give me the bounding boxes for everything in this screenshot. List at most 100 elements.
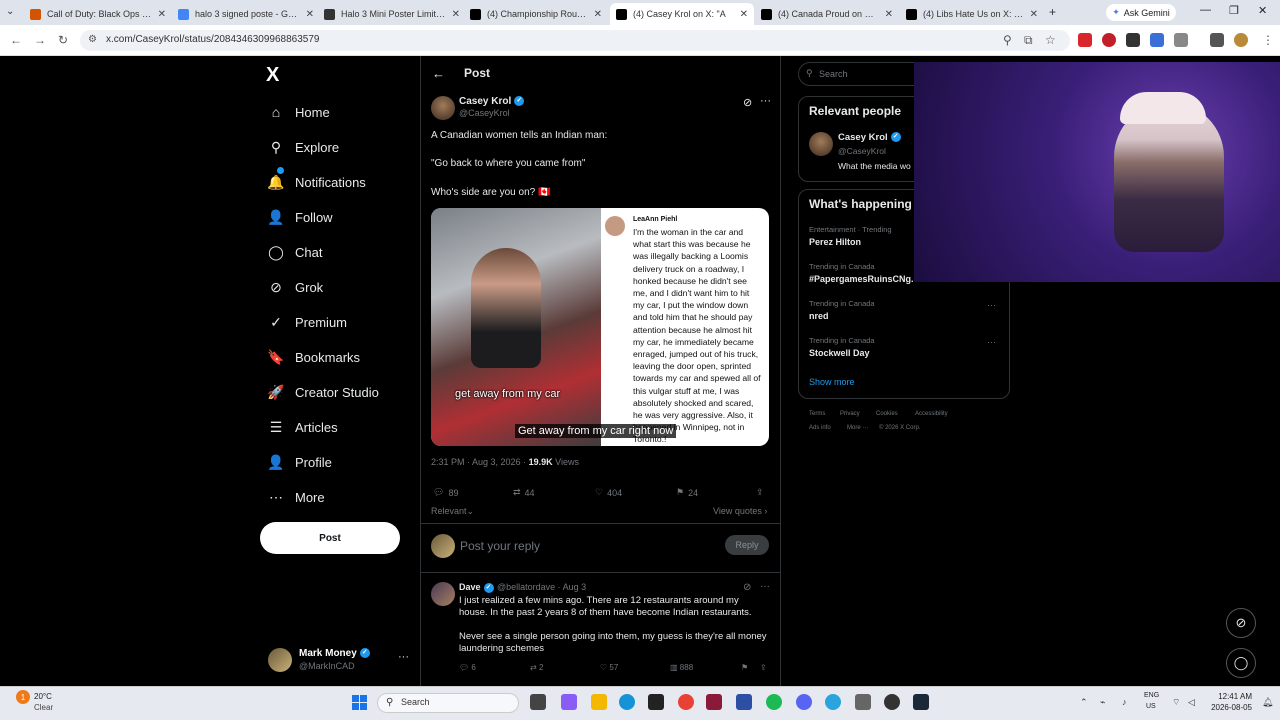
footer-link[interactable]: © 2026 X Corp.	[879, 425, 920, 431]
nav-item-home[interactable]: ⌂ Home	[266, 100, 330, 124]
reply-author-name[interactable]: Dave ✓	[459, 582, 494, 593]
nav-item-follow[interactable]: 👤 Follow	[266, 205, 332, 229]
trend-item[interactable]: #PapergamesRuinsCNg...	[809, 274, 919, 284]
extensions-puzzle-icon[interactable]	[1174, 33, 1188, 47]
back-icon[interactable]: ←	[10, 33, 22, 47]
app-icon[interactable]	[648, 694, 664, 710]
nav-item-bookmarks[interactable]: 🔖 Bookmarks	[266, 345, 360, 369]
trend-more-icon[interactable]: ···	[987, 300, 996, 310]
close-tab-icon[interactable]: ✕	[158, 9, 166, 20]
reply-reply-action[interactable]: 💬︎ 6	[459, 663, 476, 672]
reply-repost-action[interactable]: ⇄ 2	[530, 663, 543, 672]
tray-network-icon[interactable]: ⌁	[1100, 697, 1105, 708]
footer-link[interactable]: Cookies	[876, 411, 898, 417]
chrome-icon[interactable]	[678, 694, 694, 710]
reply-action[interactable]: 💬︎ 89	[433, 487, 458, 498]
close-tab-icon[interactable]: ✕	[594, 9, 602, 20]
steam-icon[interactable]	[913, 694, 929, 710]
trend-item[interactable]: Stockwell Day	[809, 348, 870, 358]
footer-link[interactable]: Terms	[809, 411, 825, 417]
browser-tab[interactable]: Halo 3 Mini Poster Limited ✕	[318, 3, 466, 25]
author-handle[interactable]: @CaseyKrol	[459, 108, 510, 118]
like-action[interactable]: ♡ 404	[595, 487, 622, 498]
reply-like-action[interactable]: ♡ 57	[600, 663, 618, 672]
close-tab-icon[interactable]: ✕	[885, 9, 893, 20]
reply-bookmark-icon[interactable]: ⚑	[741, 663, 748, 672]
reply-more-icon[interactable]: ···	[760, 581, 770, 592]
reply-views-action[interactable]: ▥ 888	[670, 663, 693, 672]
trend-more-icon[interactable]: ···	[987, 337, 996, 347]
view-quotes-link[interactable]: View quotes ›	[713, 506, 767, 516]
tray-mic-icon[interactable]: ♪	[1122, 697, 1127, 707]
close-tab-icon[interactable]: ✕	[740, 9, 748, 20]
app-blue-icon[interactable]	[736, 694, 752, 710]
reply-input[interactable]: Post your reply	[460, 539, 540, 553]
task-view-icon[interactable]	[530, 694, 546, 710]
browser-tab[interactable]: (4) Libs Hate Us on X: "Cou ✕	[900, 3, 1044, 25]
notification-bell-icon[interactable]: 🔔︎	[1262, 697, 1273, 708]
tray-chevron-icon[interactable]: ⌃	[1080, 697, 1088, 708]
app-gray-icon[interactable]	[855, 694, 871, 710]
close-tab-icon[interactable]: ✕	[1030, 9, 1038, 20]
browser-tab[interactable]: Call of Duty: Black Ops (201 ✕	[24, 3, 172, 25]
back-arrow-icon[interactable]: ←	[432, 66, 445, 81]
extension-dark-icon[interactable]	[1126, 33, 1140, 47]
post-media-video[interactable]: get away from my car LeaAnn Piehl I'm th…	[431, 208, 769, 446]
post-time[interactable]: 2:31 PM · Aug 3, 2026 ·	[431, 457, 526, 467]
account-more-icon[interactable]: ···	[398, 651, 409, 663]
share-action[interactable]: ⇪	[756, 487, 764, 498]
zoom-icon[interactable]: ⚲	[1003, 33, 1012, 47]
nav-item-explore[interactable]: ⚲ Explore	[266, 135, 339, 159]
restore-icon[interactable]: ❐	[1229, 4, 1239, 17]
repost-action[interactable]: ⇄ 44	[513, 487, 535, 498]
close-window-icon[interactable]: ✕	[1258, 4, 1267, 17]
edge-icon[interactable]	[619, 694, 635, 710]
forward-icon[interactable]: →	[34, 33, 46, 47]
reply-button[interactable]: Reply	[725, 535, 769, 555]
browser-tab[interactable]: (4) Championship Rounds ✕	[464, 3, 608, 25]
relevant-person-avatar[interactable]	[809, 132, 833, 156]
nav-item-creator-studio[interactable]: 🚀 Creator Studio	[266, 380, 379, 404]
profile-avatar-icon[interactable]	[1234, 33, 1248, 47]
grok-explain-icon[interactable]: ⊘	[743, 96, 752, 109]
browser-tab[interactable]: halo 3 signed poste - Goog ✕	[172, 3, 320, 25]
footer-link[interactable]: Accessibility	[915, 411, 948, 417]
extension-red-icon[interactable]	[1078, 33, 1092, 47]
copilot-icon[interactable]	[561, 694, 577, 710]
minimize-icon[interactable]: —	[1200, 4, 1211, 16]
extension-pinterest-icon[interactable]	[1102, 33, 1116, 47]
url-text[interactable]: x.com/CaseyKrol/status/20843463099688635…	[106, 34, 319, 45]
weather-icon[interactable]: 1	[16, 690, 30, 704]
author-name[interactable]: Casey Krol ✓	[459, 96, 525, 107]
wifi-icon[interactable]: ⌔	[1172, 697, 1180, 708]
reply-share-icon[interactable]: ⇪	[760, 663, 767, 672]
nav-item-articles[interactable]: ☰ Articles	[266, 415, 338, 439]
footer-link[interactable]: Privacy	[840, 411, 860, 417]
weather-temp[interactable]: 20°C	[34, 692, 52, 701]
close-tab-icon[interactable]: ✕	[306, 9, 314, 20]
discord-icon[interactable]	[796, 694, 812, 710]
close-tab-icon[interactable]: ✕	[452, 9, 460, 20]
footer-link[interactable]: More ···	[847, 425, 868, 431]
nav-item-premium[interactable]: ✓ Premium	[266, 310, 347, 334]
extension-blue-icon[interactable]	[1150, 33, 1164, 47]
install-icon[interactable]: ⧉	[1024, 33, 1033, 48]
account-avatar[interactable]	[268, 648, 292, 672]
account-name[interactable]: Mark Money ✓	[299, 648, 370, 659]
reply-author-handle[interactable]: @bellatordave · Aug 3	[497, 582, 586, 592]
nav-item-more[interactable]: ⋯ More	[266, 485, 325, 509]
volume-icon[interactable]: ◁	[1188, 697, 1195, 708]
reload-icon[interactable]: ↻	[58, 33, 68, 47]
grok-fab-icon[interactable]: ⊘	[1226, 608, 1256, 638]
browser-tab[interactable]: (4) Casey Krol on X: "A ✕	[610, 3, 754, 25]
ask-gemini-button[interactable]: ✦ Ask Gemini	[1106, 4, 1176, 21]
trend-item[interactable]: nred	[809, 311, 829, 321]
language-label[interactable]: ENG	[1144, 692, 1159, 699]
trend-item[interactable]: Perez Hilton	[809, 237, 861, 247]
x-logo[interactable]: X	[266, 64, 279, 87]
post-button[interactable]: Post	[260, 522, 400, 554]
footer-link[interactable]: Ads info	[809, 425, 831, 431]
chat-fab-icon[interactable]: ◯	[1226, 648, 1256, 678]
nav-item-chat[interactable]: ◯ Chat	[266, 240, 322, 264]
file-explorer-icon[interactable]	[591, 694, 607, 710]
